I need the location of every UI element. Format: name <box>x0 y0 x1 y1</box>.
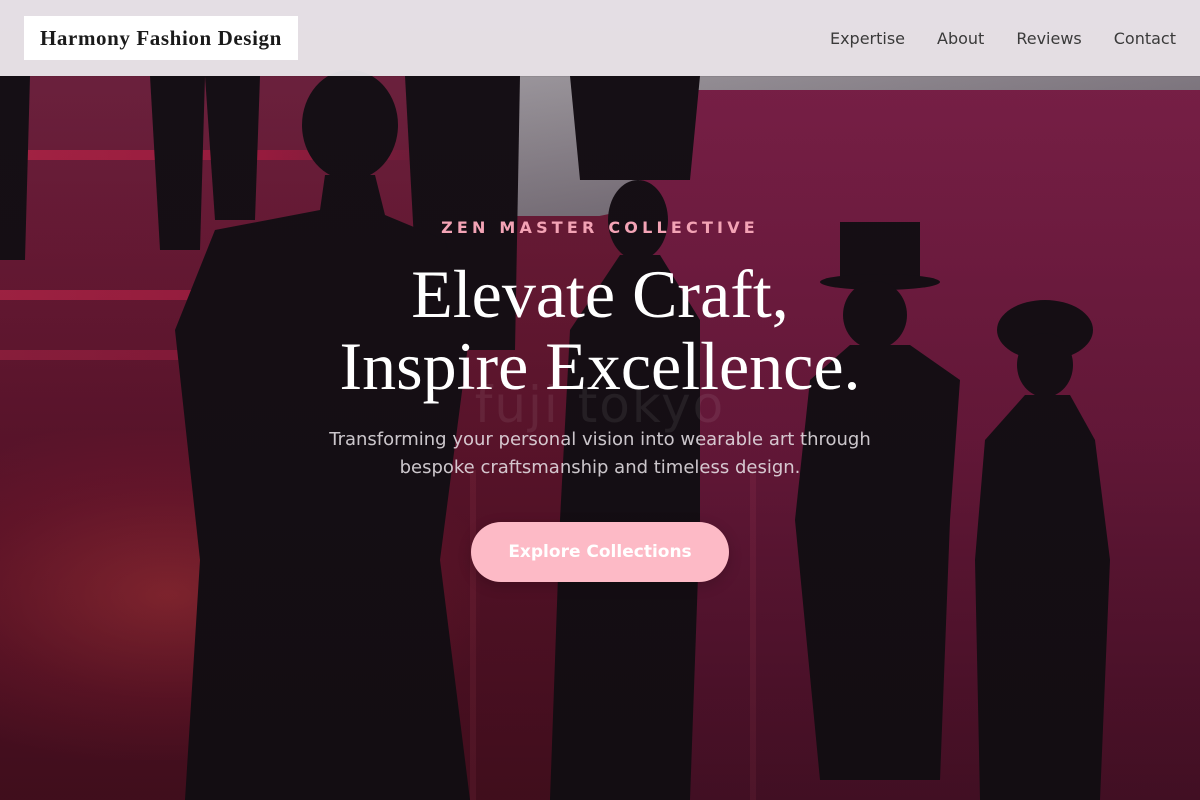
hero-eyebrow: ZEN MASTER COLLECTIVE <box>441 218 759 237</box>
hero-headline-line-2: Inspire Excellence. <box>339 328 861 404</box>
main-nav: Expertise About Reviews Contact <box>830 0 1176 76</box>
nav-link-about[interactable]: About <box>937 29 984 48</box>
nav-link-contact[interactable]: Contact <box>1114 29 1176 48</box>
nav-link-expertise[interactable]: Expertise <box>830 29 905 48</box>
hero-headline: Elevate Craft, Inspire Excellence. <box>0 258 1200 402</box>
page: fuji tokyo Harmony Fashion Design Expert… <box>0 0 1200 800</box>
hero-headline-line-1: Elevate Craft, <box>411 256 789 332</box>
hero-section: ZEN MASTER COLLECTIVE Elevate Craft, Ins… <box>0 0 1200 800</box>
brand-logo[interactable]: Harmony Fashion Design <box>24 16 298 60</box>
hero-subtitle-line-2: bespoke craftsmanship and timeless desig… <box>399 457 801 478</box>
nav-link-reviews[interactable]: Reviews <box>1016 29 1081 48</box>
hero-subtitle: Transforming your personal vision into w… <box>290 426 910 482</box>
site-header: Harmony Fashion Design Expertise About R… <box>0 0 1200 76</box>
hero-subtitle-line-1: Transforming your personal vision into w… <box>329 429 871 450</box>
explore-collections-button[interactable]: Explore Collections <box>471 522 729 582</box>
